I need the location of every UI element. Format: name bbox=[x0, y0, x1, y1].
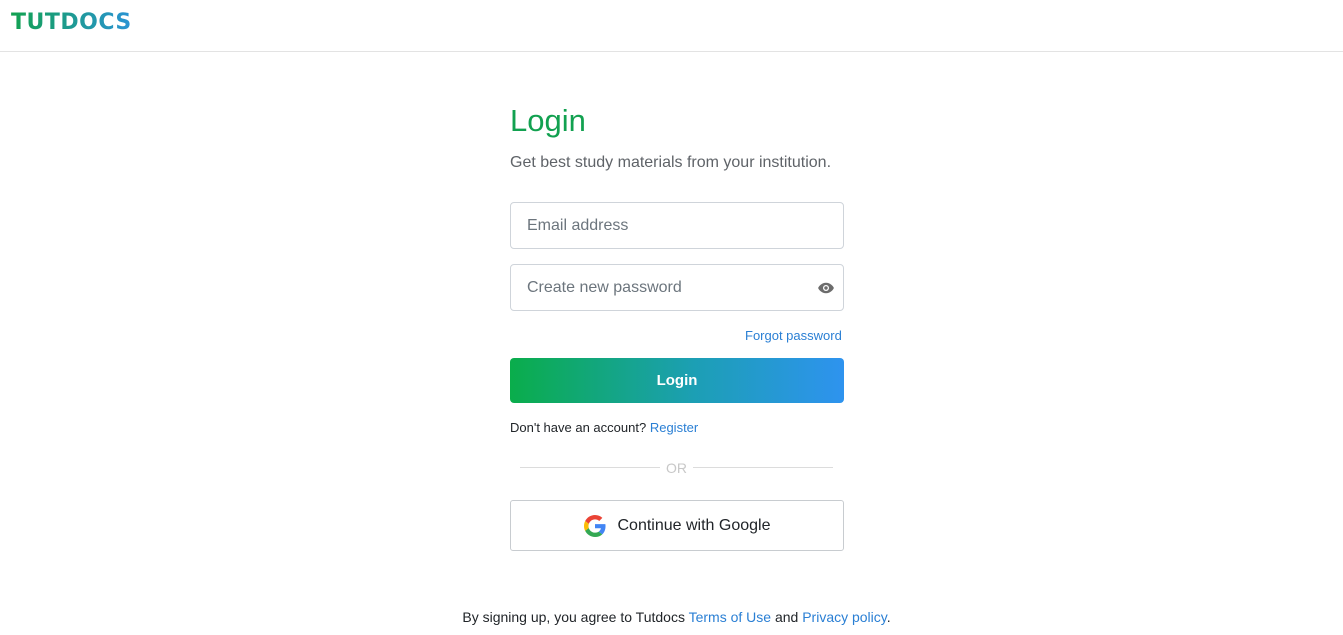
or-divider: OR bbox=[520, 460, 833, 476]
tutdocs-logo[interactable]: TUTDOCS bbox=[11, 10, 132, 35]
continue-with-google-button[interactable]: Continue with Google bbox=[510, 500, 844, 551]
register-link[interactable]: Register bbox=[650, 420, 698, 435]
footer-suffix: . bbox=[886, 609, 891, 625]
google-button-label: Continue with Google bbox=[617, 516, 771, 534]
privacy-policy-link[interactable]: Privacy policy bbox=[802, 609, 887, 625]
footer-and: and bbox=[774, 609, 799, 625]
or-label: OR bbox=[666, 460, 687, 476]
footer-prefix: By signing up, you agree to Tutdocs bbox=[462, 609, 685, 625]
terms-of-use-link[interactable]: Terms of Use bbox=[689, 609, 771, 625]
email-field[interactable] bbox=[511, 203, 843, 248]
password-field[interactable] bbox=[511, 265, 843, 310]
register-prompt: Don't have an account? Register bbox=[510, 420, 698, 435]
top-navbar: TUTDOCS bbox=[0, 0, 1343, 52]
terms-footer: By signing up, you agree to Tutdocs Term… bbox=[0, 609, 1343, 625]
forgot-password-link[interactable]: Forgot password bbox=[745, 328, 842, 343]
password-field-wrapper bbox=[510, 264, 844, 311]
page-title: Login bbox=[510, 103, 586, 138]
login-button[interactable]: Login bbox=[510, 358, 844, 403]
divider-line-right bbox=[693, 467, 833, 468]
page-subtitle: Get best study materials from your insti… bbox=[510, 154, 832, 171]
no-account-text: Don't have an account? bbox=[510, 420, 647, 435]
eye-icon[interactable] bbox=[817, 279, 835, 297]
email-field-wrapper bbox=[510, 202, 844, 249]
google-icon bbox=[583, 514, 606, 537]
